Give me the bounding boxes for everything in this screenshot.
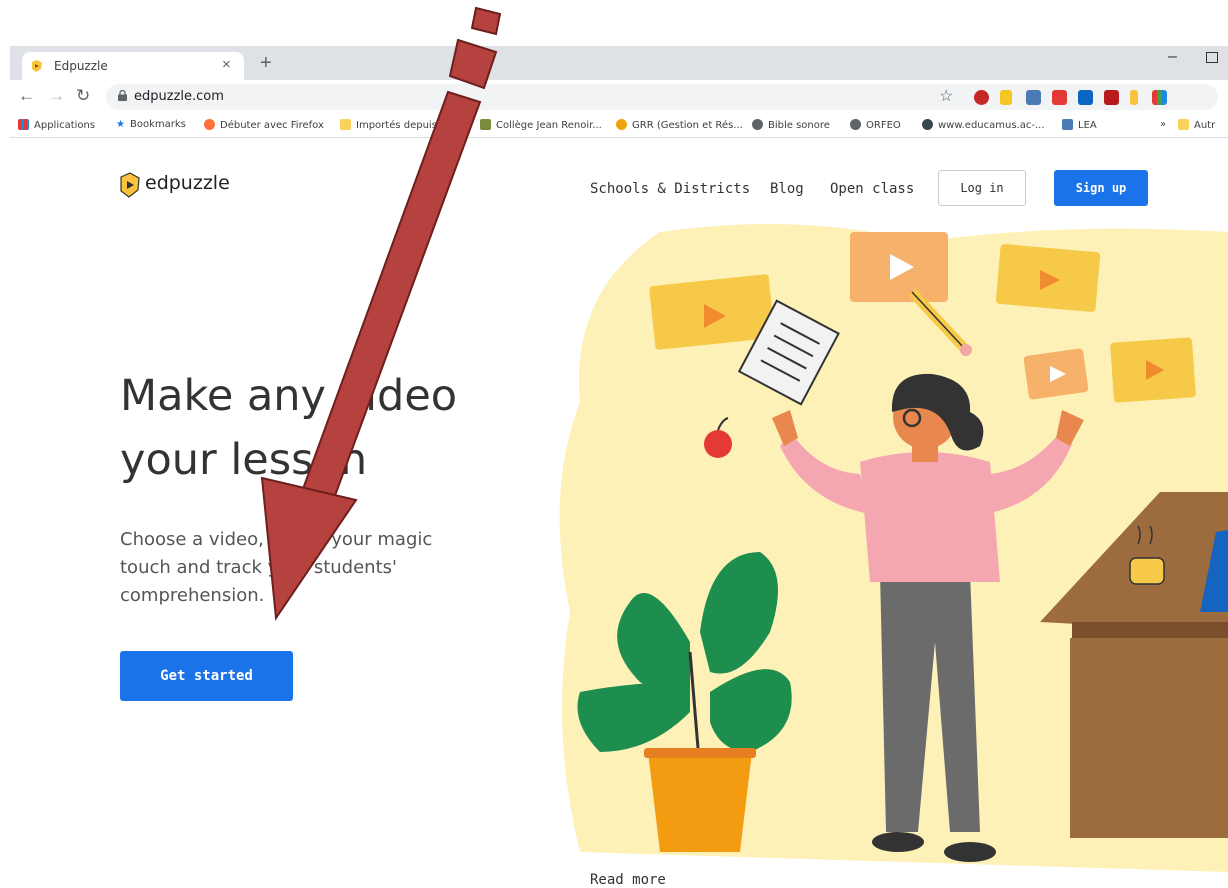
- folder-icon: [1178, 119, 1189, 130]
- hero-title: Make any video your lesson: [120, 364, 520, 492]
- folder-icon: [340, 119, 351, 130]
- bookmark-debuter-firefox[interactable]: Débuter avec Firefox: [204, 119, 324, 131]
- grr-icon: [616, 119, 627, 130]
- school-icon: [480, 119, 491, 130]
- bookmark-star-icon[interactable]: ☆: [939, 86, 953, 106]
- nav-open-class[interactable]: Open class: [830, 181, 914, 197]
- edpuzzle-extension-icon[interactable]: [1130, 90, 1138, 105]
- bookmark-importes[interactable]: Importés depuis: [340, 119, 437, 131]
- adblock-plus-icon[interactable]: [974, 90, 989, 105]
- hero-title-line-1: Make any video: [120, 371, 458, 421]
- bookmark-applications[interactable]: Applications: [18, 119, 95, 131]
- video-card-icon: [995, 244, 1101, 312]
- bookmark-bible-sonore[interactable]: Bible sonore: [752, 119, 830, 131]
- bookmarks-bar: Applications ★ Bookmarks Débuter avec Fir…: [10, 114, 1228, 138]
- get-started-button[interactable]: Get started: [120, 651, 293, 701]
- bookmark-college[interactable]: Collège Jean Renoir...: [480, 119, 602, 131]
- maximize-window-icon[interactable]: [1206, 52, 1218, 63]
- logo-wordmark: edpuzzle: [145, 172, 230, 194]
- lock-icon: [118, 90, 127, 101]
- linkedin-extension-icon[interactable]: [1078, 90, 1093, 105]
- edpuzzle-favicon-icon: [32, 60, 42, 72]
- extension-badge-icon[interactable]: [1026, 90, 1041, 105]
- forward-arrow-icon[interactable]: →: [48, 86, 65, 106]
- tab-title: Edpuzzle: [54, 59, 108, 73]
- hero-illustration: [559, 224, 1228, 872]
- bookmark-educamus[interactable]: www.educamus.ac-...: [922, 119, 1045, 131]
- back-arrow-icon[interactable]: ←: [18, 86, 35, 106]
- bookmark-autres[interactable]: Autr: [1178, 119, 1215, 131]
- colorful-extension-icon[interactable]: [1152, 90, 1167, 105]
- apps-grid-icon: [18, 119, 29, 130]
- bookmark-grr[interactable]: GRR (Gestion et Rés...: [616, 119, 743, 131]
- quotes-extension-icon[interactable]: [1000, 90, 1012, 105]
- arrow-dash-segment: [470, 6, 502, 36]
- url-text: edpuzzle.com: [134, 89, 224, 104]
- lea-icon: [1062, 119, 1073, 130]
- hero-title-line-2: your lesson: [120, 435, 368, 485]
- reload-icon[interactable]: ↻: [76, 86, 90, 106]
- globe-icon: [752, 119, 763, 130]
- bookmark-lea[interactable]: LEA: [1062, 119, 1097, 131]
- browser-toolbar: ← → ↻ edpuzzle.com ☆: [10, 80, 1228, 114]
- video-card-icon: [1023, 348, 1089, 400]
- educamus-icon: [922, 119, 933, 130]
- new-tab-button[interactable]: +: [260, 52, 272, 75]
- nav-schools-districts[interactable]: Schools & Districts: [590, 181, 750, 197]
- browser-tab-edpuzzle[interactable]: Edpuzzle ×: [22, 52, 244, 80]
- read-more-link[interactable]: Read more: [590, 872, 666, 888]
- star-icon: ★: [116, 119, 125, 130]
- nav-blog[interactable]: Blog: [770, 181, 804, 197]
- hero-subtitle: Choose a video, give it your magic touch…: [120, 529, 433, 606]
- close-tab-icon[interactable]: ×: [222, 56, 231, 73]
- minimize-window-icon[interactable]: –: [1168, 48, 1177, 66]
- pocket-extension-icon[interactable]: [1052, 90, 1067, 105]
- bookmark-orfeo[interactable]: ORFEO: [850, 119, 901, 131]
- firefox-icon: [204, 119, 215, 130]
- bookmarks-overflow-button[interactable]: »: [1160, 119, 1166, 130]
- video-card-icon: [1110, 337, 1196, 403]
- address-bar[interactable]: edpuzzle.com ☆: [106, 84, 1218, 110]
- globe-icon: [850, 119, 861, 130]
- login-button[interactable]: Log in: [938, 170, 1026, 206]
- bookmark-bookmarks[interactable]: ★ Bookmarks: [116, 119, 186, 130]
- edpuzzle-logo-icon: [120, 172, 140, 198]
- signup-button[interactable]: Sign up: [1054, 170, 1148, 206]
- video-card-icon: [850, 232, 948, 302]
- browser-tab-strip: Edpuzzle × + –: [10, 46, 1228, 80]
- pdf-extension-icon[interactable]: [1104, 90, 1119, 105]
